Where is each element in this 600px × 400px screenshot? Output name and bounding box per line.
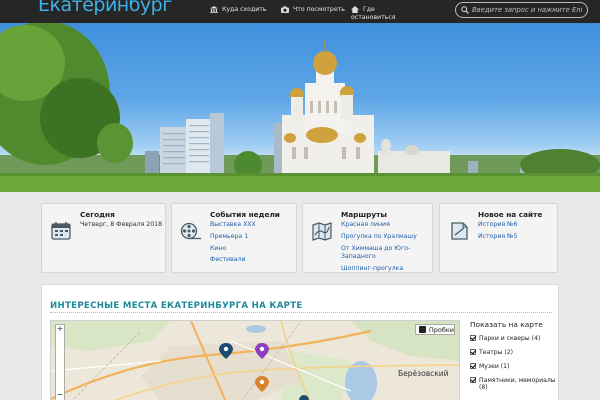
map-section: ИНТЕРЕСНЫЕ МЕСТА ЕКАТЕРИНБУРГА НА КАРТЕ [41, 284, 559, 400]
nav-item-where-to-go[interactable]: Куда сходить [210, 6, 267, 13]
house-icon [351, 6, 359, 13]
filter-label: Памятники, мемориалы (8) [479, 377, 556, 391]
zoom-in-button[interactable]: + [56, 325, 64, 333]
filter-label: Парки и скверы (4) [479, 335, 541, 342]
filter-label: Театры (2) [479, 349, 514, 356]
nav-item-label: Где [363, 6, 375, 13]
card-today: Сегодня Четверг, 8 Февраля 2018 [41, 203, 166, 273]
route-link-uralmash[interactable]: Прогулка по Уралмашу [341, 233, 417, 240]
building-icon [210, 6, 218, 13]
zoom-out-button[interactable]: − [56, 391, 64, 399]
city-map[interactable]: + − Пробки Берёзовский [50, 320, 460, 400]
nav-item-label: Куда сходить [222, 6, 267, 13]
nav-item-where-to-stay[interactable]: Где остановиться [351, 6, 395, 21]
search-icon [461, 6, 469, 14]
traffic-button-label: Пробки [428, 325, 454, 334]
checkbox-checked[interactable] [470, 377, 476, 383]
filter-parks[interactable]: Парки и скверы (4) [470, 335, 559, 342]
nav-item-label-line2: остановиться [351, 14, 396, 21]
calendar-icon [51, 222, 71, 240]
route-link-khimmash-line2[interactable]: Западного [341, 253, 417, 260]
search-input[interactable] [472, 6, 582, 14]
filter-theatres[interactable]: Театры (2) [470, 349, 559, 356]
story-link-6[interactable]: История №6 [478, 221, 517, 228]
top-navigation-bar: Екатеринбург Куда сходить Что посмотреть… [0, 0, 600, 23]
map-city-label: Берёзовский [398, 369, 449, 378]
event-link-exhibition[interactable]: Выставка XXX [210, 221, 256, 228]
card-new-on-site: Новое на сайте История №6 История №5 [439, 203, 558, 273]
story-link-5[interactable]: История №5 [478, 233, 517, 240]
document-icon [451, 222, 468, 240]
event-link-premiere[interactable]: Премьера 1 [210, 233, 256, 240]
card-routes: Маршруты Красная линия Прогулка по Уралм… [302, 203, 433, 273]
card-date-text: Четверг, 8 Февраля 2018 [80, 221, 163, 228]
film-reel-icon [180, 222, 201, 240]
card-title: События недели [210, 210, 280, 219]
route-link-shopping[interactable]: Шоппинг-прогулка [341, 265, 417, 272]
checkbox-checked[interactable] [470, 335, 476, 341]
site-logo[interactable]: Екатеринбург [38, 0, 172, 16]
map-icon [312, 222, 332, 241]
card-title: Маршруты [341, 210, 387, 219]
filter-label: Музеи (1) [479, 363, 510, 370]
traffic-button[interactable]: Пробки [415, 324, 455, 335]
filter-monuments[interactable]: Памятники, мемориалы (8) [470, 377, 559, 391]
camera-icon [281, 6, 289, 13]
nav-item-what-to-see[interactable]: Что посмотреть [281, 6, 345, 13]
route-link-red-line[interactable]: Красная линия [341, 221, 417, 228]
map-section-heading: ИНТЕРЕСНЫЕ МЕСТА ЕКАТЕРИНБУРГА НА КАРТЕ [50, 301, 303, 311]
card-title: Сегодня [80, 210, 115, 219]
event-link-festivals[interactable]: Фестивали [210, 257, 256, 263]
hero-city-photo [0, 23, 600, 192]
traffic-light-icon [419, 326, 426, 333]
map-filter-title: Показать на карте [470, 320, 543, 329]
heading-divider [50, 312, 552, 313]
cathedral-panorama-illustration [0, 23, 600, 192]
checkbox-checked[interactable] [470, 363, 476, 369]
search-box[interactable] [455, 2, 588, 18]
filter-museums[interactable]: Музеи (1) [470, 363, 559, 370]
checkbox-checked[interactable] [470, 349, 476, 355]
card-title: Новое на сайте [478, 210, 543, 219]
map-zoom-slider[interactable]: + − [55, 324, 65, 400]
card-week-events: События недели Выставка XXX Премьера 1 К… [171, 203, 297, 273]
nav-item-label: Что посмотреть [293, 6, 345, 13]
map-tiles [51, 321, 459, 400]
map-layer-filter: Показать на карте Парки и скверы (4) Теа… [470, 320, 559, 398]
event-link-cinema[interactable]: Кино [210, 245, 256, 252]
route-link-khimmash[interactable]: От Химмаша до Юго- [341, 245, 417, 252]
